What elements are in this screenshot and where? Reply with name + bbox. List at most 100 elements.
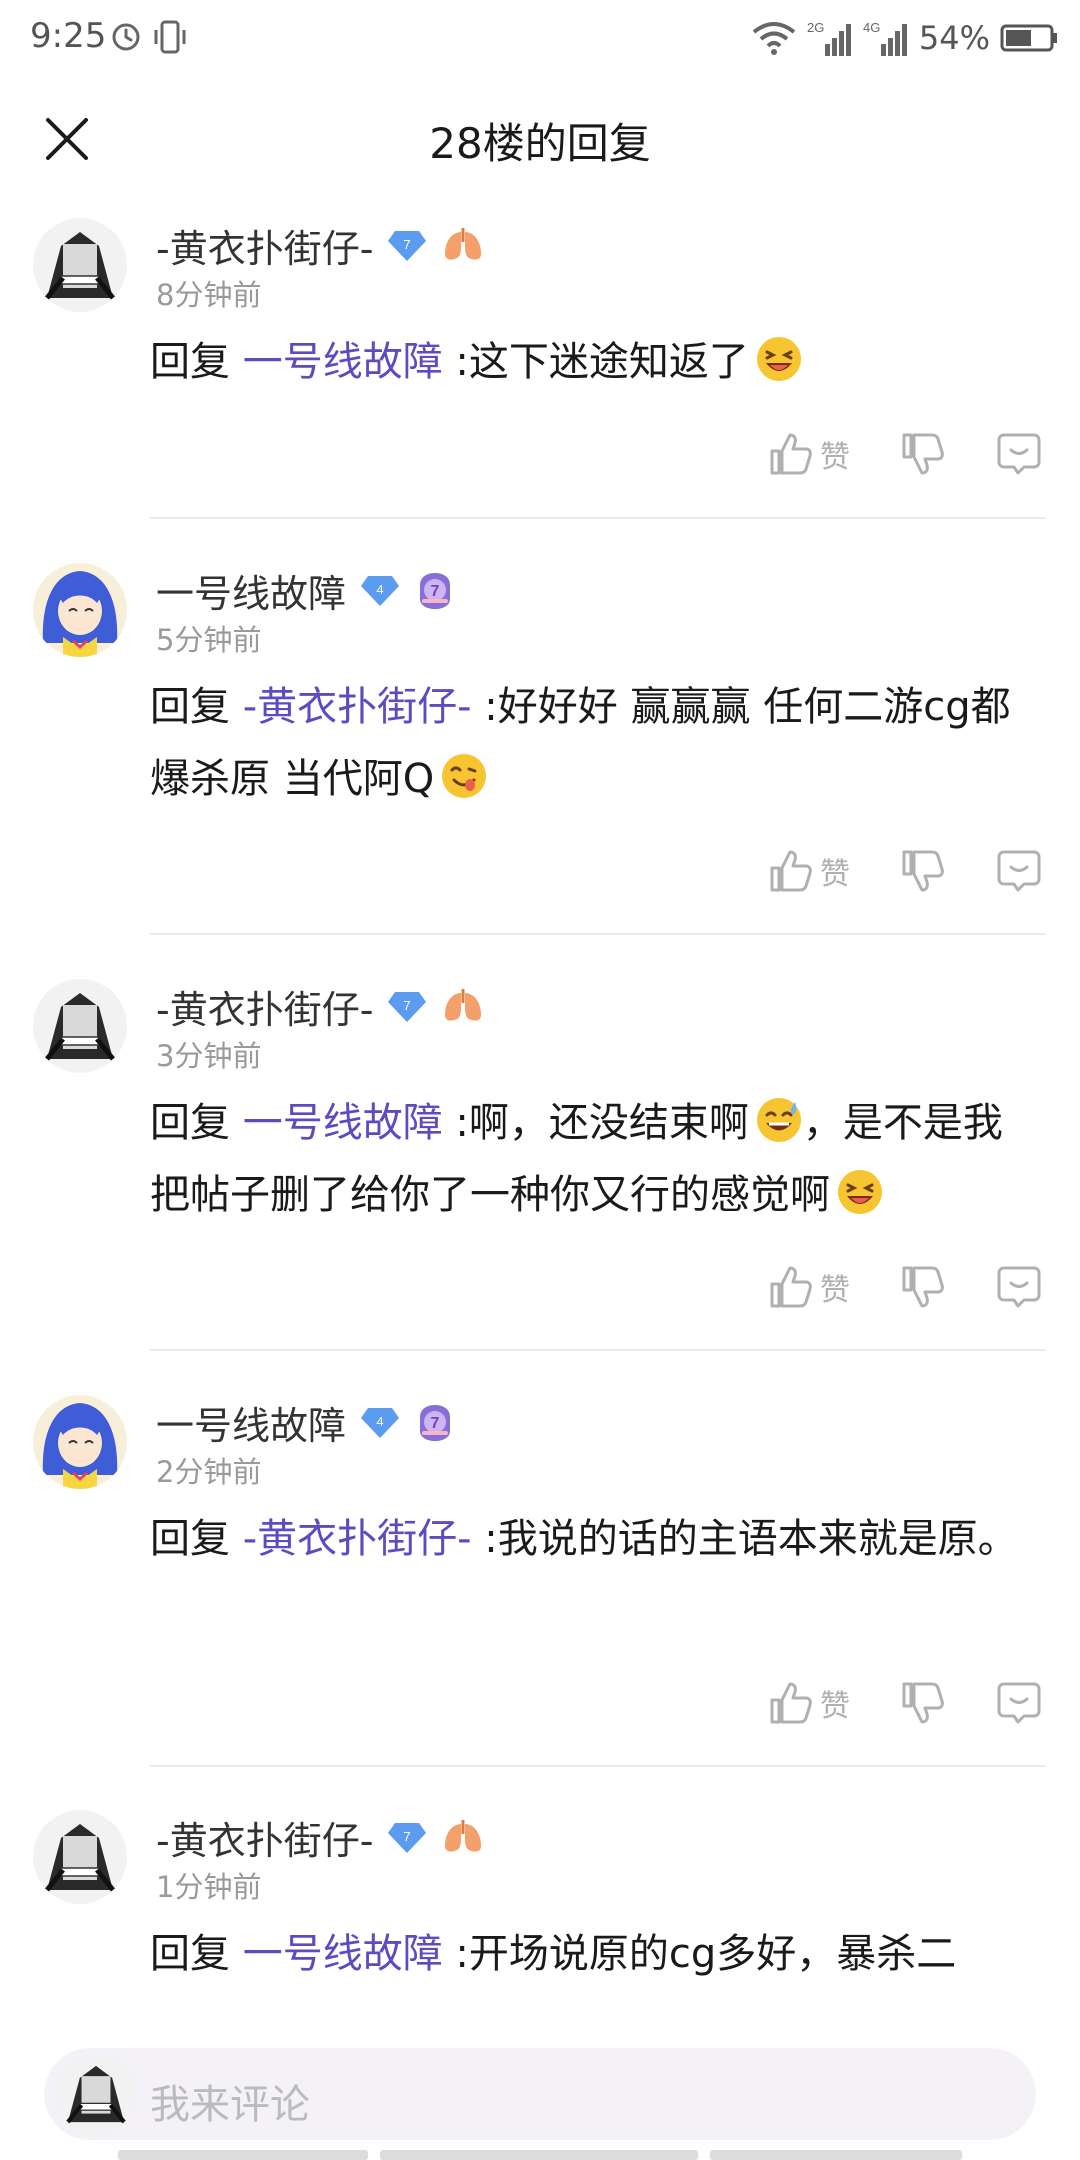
username[interactable]: -黄衣扑街仔- 7 (156, 979, 485, 1034)
comment-time: 3分钟前 (156, 1039, 262, 1073)
divider (150, 1349, 1046, 1351)
dislike-button[interactable] (900, 1680, 946, 1726)
like-label: 赞 (820, 1273, 850, 1308)
comment-body: 回复 一号线故障 :开场说原的cg多好，暴杀二 (150, 1918, 1040, 1990)
divider (150, 517, 1046, 519)
comment-actions: 赞 (718, 843, 1042, 899)
member-badge-icon: 7 (420, 1404, 451, 1441)
thumbs-down-icon (902, 433, 944, 475)
comment-text: :我说的话的主语本来就是原。 (471, 1516, 1018, 1562)
reply-prefix: 回复 (150, 1931, 243, 1977)
svg-text:7: 7 (431, 1415, 440, 1432)
username-text: -黄衣扑街仔- (156, 1819, 374, 1863)
svg-text:7: 7 (431, 583, 440, 600)
laugh-emoji-icon (756, 337, 801, 381)
like-label: 赞 (820, 440, 850, 475)
username-text: -黄衣扑街仔- (156, 227, 374, 271)
battery-icon (1000, 24, 1057, 52)
reply-button[interactable] (996, 1680, 1042, 1726)
comment-item: -黄衣扑街仔- 7 1分钟前 回复 一号线故障 :开场说原的cg多好，暴杀二 (0, 1810, 1080, 2022)
like-label: 赞 (820, 1689, 850, 1724)
like-button[interactable]: 赞 (768, 848, 850, 894)
like-button[interactable]: 赞 (768, 1264, 850, 1310)
username-text: -黄衣扑街仔- (156, 988, 374, 1032)
mention-link[interactable]: -黄衣扑街仔- (243, 684, 472, 730)
net1-label: 2G (807, 20, 824, 35)
dislike-button[interactable] (900, 431, 946, 477)
status-time: 9:25 (30, 16, 107, 56)
member-badge-icon: 7 (420, 572, 451, 609)
reply-prefix: 回复 (150, 684, 243, 730)
level-number: 4 (376, 582, 383, 597)
sweat-emoji-icon (756, 1098, 801, 1142)
username[interactable]: 一号线故障 4 7 (156, 1395, 456, 1450)
thumbs-down-icon (902, 1682, 944, 1724)
reply-button[interactable] (996, 431, 1042, 477)
comment-time: 8分钟前 (156, 278, 262, 312)
comment-body: 回复 一号线故障 :啊，还没结束啊 ，是不是我把帖子删了给你了一种你又行的感觉啊 (150, 1087, 1040, 1231)
laugh-emoji-icon (838, 1170, 882, 1214)
nav-strip-left (118, 2150, 368, 2160)
comment-actions: 赞 (718, 1675, 1042, 1731)
level-number: 7 (404, 237, 411, 252)
comment-text: :开场说原的cg多好，暴杀二 (442, 1931, 957, 1977)
thumbs-down-icon (902, 850, 944, 892)
nav-strip-center (380, 2150, 698, 2160)
comment-time: 2分钟前 (156, 1455, 262, 1489)
comment-actions: 赞 (718, 426, 1042, 482)
level-badge-icon: 7 (388, 1822, 427, 1853)
page-title: 28楼的回复 (429, 119, 651, 168)
username[interactable]: 一号线故障 4 7 (156, 563, 456, 618)
reply-button[interactable] (996, 1264, 1042, 1310)
dislike-button[interactable] (900, 1264, 946, 1310)
like-button[interactable]: 赞 (768, 1680, 850, 1726)
comment-time: 5分钟前 (156, 623, 262, 657)
level-number: 7 (404, 998, 411, 1013)
comment-bubble-icon (997, 850, 1041, 892)
dislike-button[interactable] (900, 848, 946, 894)
lungs-icon (445, 988, 482, 1021)
like-button[interactable]: 赞 (768, 431, 850, 477)
username[interactable]: -黄衣扑街仔- 7 (156, 218, 485, 273)
thumbs-up-icon (770, 433, 812, 475)
wifi-icon (752, 22, 796, 55)
username-text: 一号线故障 (156, 572, 347, 616)
username[interactable]: -黄衣扑街仔- 7 (156, 1810, 485, 1865)
status-bar: 9:25 2G 4G 54% (0, 0, 1080, 76)
lungs-icon (445, 1819, 482, 1852)
nav-strip-right (710, 2150, 962, 2160)
level-number: 7 (404, 1829, 411, 1844)
mention-link[interactable]: 一号线故障 (243, 339, 443, 385)
avatar[interactable] (33, 218, 127, 312)
avatar[interactable] (33, 1395, 127, 1489)
comment-actions: 赞 (718, 1259, 1042, 1315)
level-badge-icon: 4 (361, 1407, 400, 1438)
lungs-icon (445, 227, 482, 260)
mention-link[interactable]: -黄衣扑街仔- (243, 1516, 472, 1562)
comment-item: 一号线故障 4 7 2分钟前 回复 -黄衣扑街仔- :我说的话的主语本来就是原。… (0, 1395, 1080, 1767)
comment-time: 1分钟前 (156, 1870, 262, 1904)
mention-link[interactable]: 一号线故障 (243, 1100, 443, 1146)
status-right: 2G 4G 54% (751, 14, 1058, 62)
mention-link[interactable]: 一号线故障 (243, 1931, 443, 1977)
comment-bubble-icon (997, 433, 1041, 475)
comment-body: 回复 -黄衣扑街仔- :好好好 赢赢赢 任何二游cg都爆杀原 当代阿Q (150, 671, 1040, 815)
avatar[interactable] (33, 1810, 127, 1904)
reply-button[interactable] (996, 848, 1042, 894)
reply-prefix: 回复 (150, 1100, 243, 1146)
comment-body: 回复 -黄衣扑街仔- :我说的话的主语本来就是原。 (150, 1503, 1040, 1575)
comment-item: -黄衣扑街仔- 7 8分钟前 回复 一号线故障 :这下迷途知返了 赞 (0, 218, 1080, 519)
level-badge-icon: 7 (388, 991, 427, 1022)
alarm-icon (112, 23, 140, 51)
avatar[interactable] (33, 979, 127, 1073)
comment-input-placeholder: 我来评论 (150, 2082, 310, 2128)
signal-4g-icon: 4G (863, 20, 907, 56)
thumbs-down-icon (902, 1266, 944, 1308)
comment-text: :啊，还没结束啊 (442, 1100, 749, 1146)
comment-composer-bar: 我来评论 (0, 2022, 1080, 2160)
avatar[interactable] (33, 563, 127, 657)
comment-item: -黄衣扑街仔- 7 3分钟前 回复 一号线故障 :啊，还没结束啊 ，是不是我把帖… (0, 979, 1080, 1351)
net2-label: 4G (863, 20, 880, 35)
username-text: 一号线故障 (156, 1404, 347, 1448)
reply-prefix: 回复 (150, 1516, 243, 1562)
